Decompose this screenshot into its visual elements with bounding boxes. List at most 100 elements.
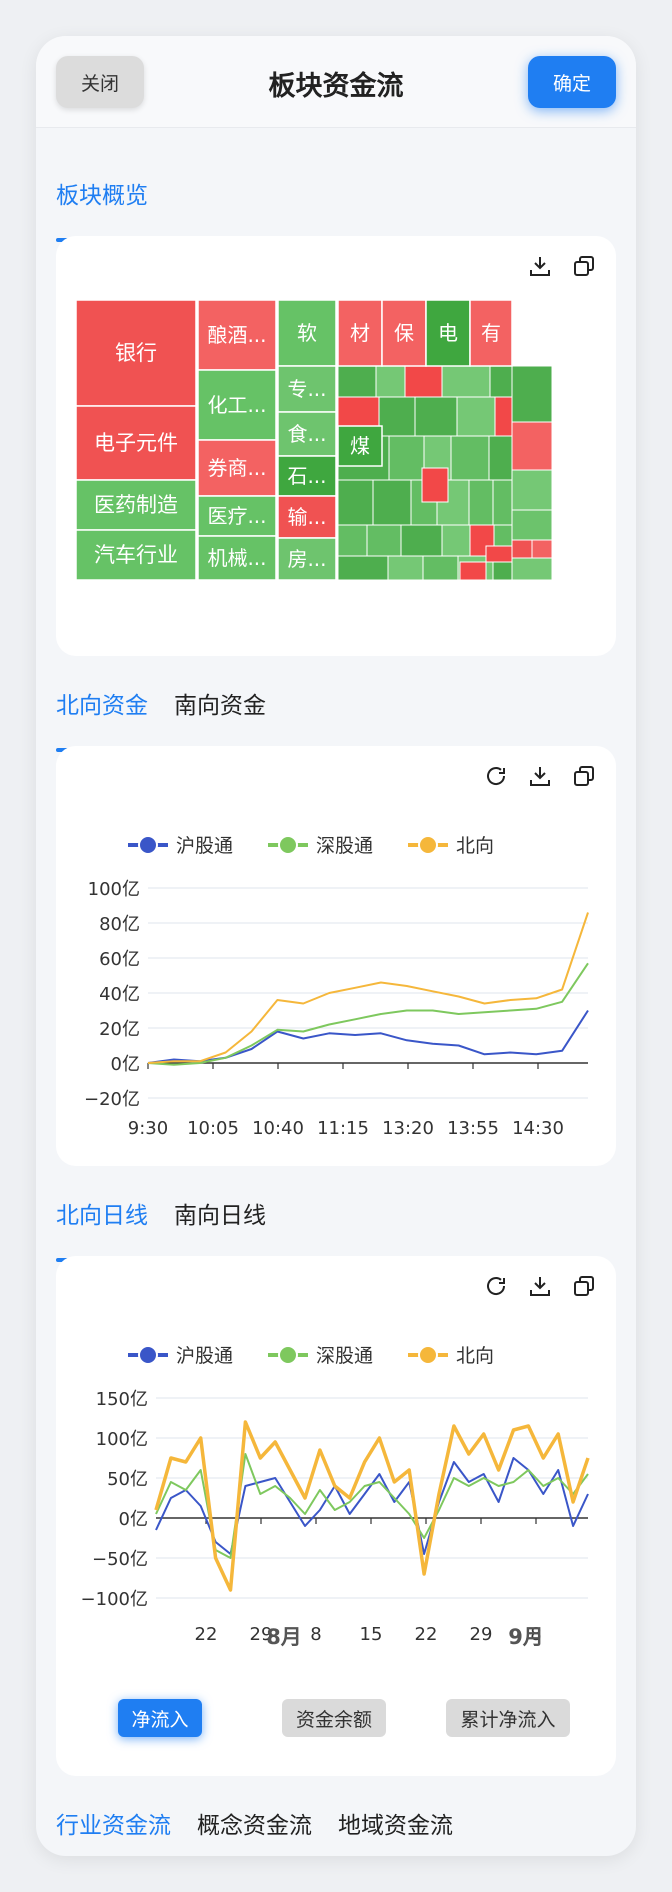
- legend-label: 沪股通: [176, 835, 233, 857]
- treemap-cell: [511, 557, 553, 581]
- treemap-cell: [494, 396, 513, 437]
- treemap-cell: [366, 524, 402, 557]
- x-tick-label: 15: [360, 1624, 383, 1645]
- legend-label: 北向: [456, 835, 494, 857]
- treemap-label: 机械...: [207, 546, 266, 570]
- treemap-cell: [485, 545, 513, 563]
- treemap-cell: [400, 524, 443, 557]
- treemap-cell: [511, 469, 553, 511]
- series-line-1: [155, 1453, 589, 1559]
- treemap-label: 保: [394, 321, 414, 345]
- treemap-label: 材: [350, 321, 370, 345]
- treemap-cell: [388, 435, 425, 481]
- chart1-toolbar: [484, 764, 596, 788]
- y-tick-label: −20亿: [84, 1089, 140, 1110]
- treemap-cell: [404, 365, 443, 398]
- x-tick-label: 29: [470, 1624, 493, 1645]
- copy-icon[interactable]: [572, 254, 596, 278]
- treemap-label: 软: [297, 321, 317, 345]
- x-tick-label: 11:15: [317, 1118, 369, 1139]
- tab-region-flow[interactable]: 地域资金流: [338, 1798, 453, 1856]
- treemap-label: 专...: [287, 377, 326, 401]
- y-tick-label: 50亿: [107, 1469, 148, 1490]
- y-tick-label: 150亿: [96, 1389, 148, 1410]
- treemap-label: 房...: [287, 547, 326, 571]
- series-line-0: [155, 1457, 589, 1555]
- header-bar: 关闭 板块资金流 确定: [36, 36, 636, 128]
- legend-dot: [418, 1345, 438, 1365]
- overview-tabs: 板块概览: [56, 168, 148, 242]
- series-line-2: [147, 912, 589, 1064]
- tab-south-daily[interactable]: 南向日线: [174, 1188, 266, 1248]
- legend-dot: [278, 835, 298, 855]
- tab-northbound-funds[interactable]: 北向资金: [56, 678, 148, 752]
- x-tick-label: 10:05: [187, 1118, 239, 1139]
- treemap-label: 医疗...: [207, 504, 266, 528]
- treemap-cell: [489, 365, 513, 398]
- series-line-1: [147, 962, 589, 1066]
- chart2-toolbar: [484, 1274, 596, 1298]
- treemap-cell: [492, 479, 513, 526]
- tab-southbound-funds[interactable]: 南向资金: [174, 678, 266, 738]
- y-tick-label: 0亿: [111, 1054, 140, 1075]
- copy-icon[interactable]: [572, 764, 596, 788]
- treemap-label: 化工...: [207, 393, 266, 417]
- north-south-tabs: 北向资金 南向资金: [56, 678, 266, 752]
- intraday-chart-card: 沪股通 深股通 北向 100亿 80亿 60亿 40亿 20亿 0亿 −20亿 9:30 10:05 1…: [56, 746, 616, 1166]
- tab-north-daily[interactable]: 北向日线: [56, 1188, 148, 1262]
- treemap-cell: [459, 561, 487, 581]
- treemap-cell: [337, 365, 377, 398]
- x-tick-label: 8: [310, 1624, 321, 1645]
- treemap-label: 券商...: [207, 456, 266, 480]
- daily-flow-chart[interactable]: 沪股通 深股通 北向150亿100亿50亿0亿−50亿−100亿22 29 8 15 22 2…: [56, 1316, 616, 1686]
- net-inflow-button[interactable]: 净流入: [118, 1699, 202, 1737]
- tab-concept-flow[interactable]: 概念资金流: [197, 1798, 312, 1856]
- treemap-cell: [337, 479, 374, 526]
- x-tick-label: 22: [415, 1624, 438, 1645]
- y-tick-label: 80亿: [99, 914, 140, 935]
- treemap-cell: [511, 421, 553, 471]
- treemap-cell: [414, 396, 458, 437]
- sector-treemap[interactable]: 银行电子元件医药制造汽车行业 酿酒... 化工... 券商... 医疗... 机械... 软…: [76, 300, 596, 638]
- download-icon[interactable]: [528, 254, 552, 278]
- treemap-label: 银行: [115, 341, 157, 365]
- y-tick-label: −100亿: [81, 1589, 148, 1610]
- copy-icon[interactable]: [572, 1274, 596, 1298]
- y-tick-label: −50亿: [92, 1549, 148, 1570]
- legend-label: 沪股通: [176, 1345, 233, 1367]
- y-tick-label: 0亿: [119, 1509, 148, 1530]
- month-label: 8月: [266, 1625, 302, 1649]
- intraday-flow-chart[interactable]: 沪股通 深股通 北向 100亿 80亿 60亿 40亿 20亿 0亿 −20亿 9:30 10:05 1…: [56, 806, 616, 1156]
- treemap-cell: [531, 539, 553, 559]
- series-line-2: [154, 1420, 590, 1592]
- y-tick-label: 40亿: [99, 984, 140, 1005]
- confirm-button[interactable]: 确定: [528, 56, 616, 108]
- treemap-cell: [511, 539, 533, 559]
- daily-tabs: 北向日线 南向日线: [56, 1188, 266, 1262]
- treemap-label: 有: [481, 321, 501, 345]
- y-tick-label: 100亿: [88, 879, 140, 900]
- daily-chart-card: 沪股通 深股通 北向 150亿 100亿 50亿 0亿 −50亿 −100亿 22 29 8 15 22 2…: [56, 1256, 616, 1776]
- month-label: 9月: [508, 1625, 544, 1649]
- refresh-icon[interactable]: [484, 764, 508, 788]
- download-icon[interactable]: [528, 1274, 552, 1298]
- x-tick-label: 10:40: [252, 1118, 304, 1139]
- balance-button[interactable]: 资金余额: [282, 1699, 386, 1737]
- series-line-0: [147, 1009, 589, 1064]
- treemap-cell: [372, 479, 412, 526]
- x-tick-label: 13:55: [447, 1118, 499, 1139]
- legend-dot: [138, 1345, 158, 1365]
- legend-dot: [278, 1345, 298, 1365]
- tab-industry-flow[interactable]: 行业资金流: [56, 1798, 171, 1856]
- treemap-label: 酿酒...: [207, 323, 266, 347]
- refresh-icon[interactable]: [484, 1274, 508, 1298]
- download-icon[interactable]: [528, 764, 552, 788]
- treemap-toolbar: [528, 254, 596, 278]
- treemap-cell: [378, 396, 416, 437]
- treemap-cell: [387, 555, 424, 581]
- legend-label: 北向: [456, 1345, 494, 1367]
- treemap-label: 煤: [350, 434, 370, 458]
- treemap-label: 汽车行业: [94, 543, 178, 567]
- tab-sector-overview[interactable]: 板块概览: [56, 168, 148, 242]
- cumulative-inflow-button[interactable]: 累计净流入: [446, 1699, 570, 1737]
